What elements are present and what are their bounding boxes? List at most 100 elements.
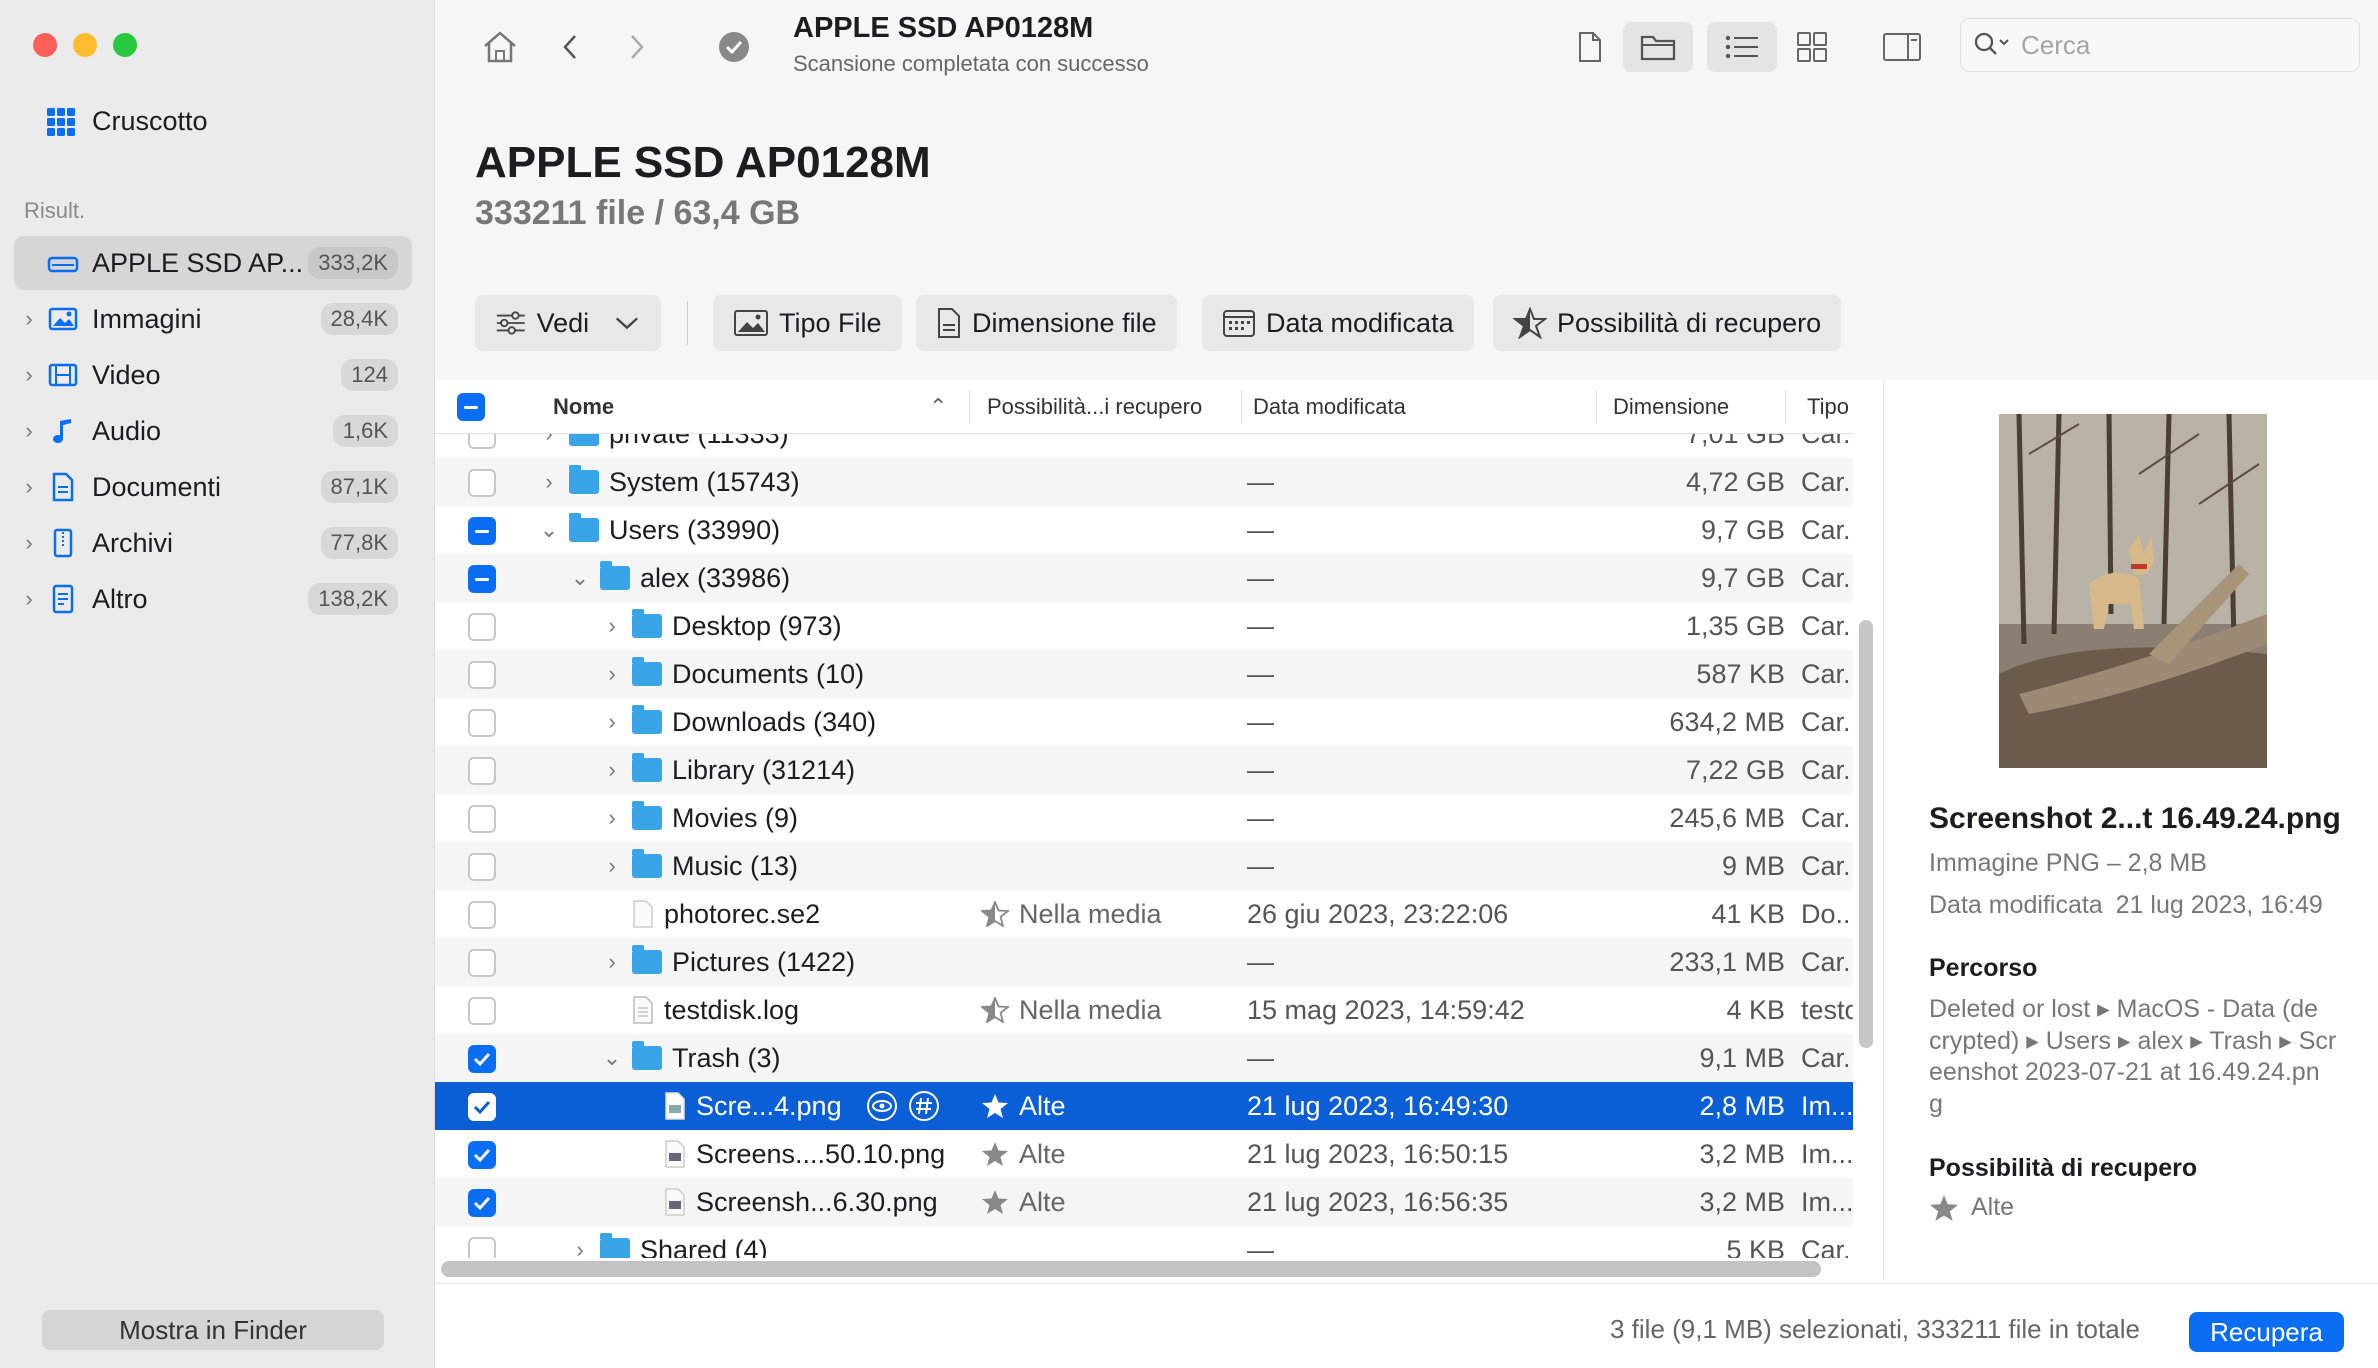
- row-checkbox[interactable]: [468, 997, 496, 1025]
- row-checkbox[interactable]: [468, 1141, 496, 1169]
- table-row[interactable]: › Music (13) — 9 MB Car.: [435, 842, 1853, 890]
- search-input[interactable]: Cerca: [2021, 30, 2090, 61]
- row-checkbox[interactable]: [468, 613, 496, 641]
- folder-view-icon[interactable]: [1623, 22, 1693, 72]
- table-row[interactable]: › Desktop (973) — 1,35 GB Car.: [435, 602, 1853, 650]
- row-checkbox[interactable]: [468, 469, 496, 497]
- table-row[interactable]: › Movies (9) — 245,6 MB Car.: [435, 794, 1853, 842]
- row-checkbox[interactable]: [468, 517, 496, 545]
- column-size[interactable]: Dimensione: [1613, 394, 1729, 420]
- preview-modified: Data modificata 21 lug 2023, 16:49: [1929, 891, 2323, 920]
- zoom-window-button[interactable]: [113, 33, 137, 57]
- table-row[interactable]: ⌄ Users (33990) — 9,7 GB Car.: [435, 506, 1853, 554]
- chevron-down-icon[interactable]: ⌄: [602, 1045, 622, 1071]
- sidebar-item-images[interactable]: › Immagini 28,4K: [14, 292, 412, 346]
- chevron-right-icon[interactable]: ›: [602, 805, 622, 831]
- row-checkbox[interactable]: [468, 565, 496, 593]
- row-checkbox[interactable]: [468, 1189, 496, 1217]
- table-row[interactable]: › Shared (4) — 5 KB Car.: [435, 1226, 1853, 1258]
- column-recovery[interactable]: Possibilità...i recupero: [987, 394, 1202, 420]
- column-type[interactable]: Tipo: [1807, 394, 1849, 420]
- chevron-right-icon[interactable]: ›: [14, 306, 44, 332]
- file-type-filter[interactable]: Tipo File: [713, 295, 902, 351]
- table-row[interactable]: Screens....50.10.png Alte 21 lug 2023, 1…: [435, 1130, 1853, 1178]
- row-checkbox[interactable]: [468, 1237, 496, 1258]
- chevron-down-icon[interactable]: ⌄: [539, 517, 559, 543]
- preview-modified-value: 21 lug 2023, 16:49: [2115, 891, 2323, 919]
- show-in-finder-button[interactable]: Mostra in Finder: [42, 1310, 384, 1350]
- vertical-scrollbar[interactable]: [1859, 620, 1873, 1048]
- table-row[interactable]: testdisk.log Nella media 15 mag 2023, 14…: [435, 986, 1853, 1034]
- select-all-checkbox[interactable]: [457, 393, 485, 421]
- table-row[interactable]: › Documents (10) — 587 KB Car.: [435, 650, 1853, 698]
- table-row[interactable]: › Downloads (340) — 634,2 MB Car.: [435, 698, 1853, 746]
- table-row[interactable]: photorec.se2 Nella media 26 giu 2023, 23…: [435, 890, 1853, 938]
- table-row-selected[interactable]: Scre...4.png Alte 21 lug 2023, 16:49:30 …: [435, 1082, 1853, 1130]
- sidebar-item-documents[interactable]: › Documenti 87,1K: [14, 460, 412, 514]
- preview-panel-icon[interactable]: [1877, 22, 1927, 72]
- chevron-right-icon[interactable]: ›: [14, 474, 44, 500]
- row-checkbox[interactable]: [468, 661, 496, 689]
- row-date: —: [1247, 1234, 1274, 1259]
- chevron-right-icon[interactable]: ›: [602, 709, 622, 735]
- chevron-right-icon[interactable]: ›: [539, 469, 559, 495]
- table-row[interactable]: › System (15743) — 4,72 GB Car.: [435, 458, 1853, 506]
- close-window-button[interactable]: [33, 33, 57, 57]
- chevron-right-icon[interactable]: ›: [602, 613, 622, 639]
- table-row[interactable]: › Pictures (1422) — 233,1 MB Car.: [435, 938, 1853, 986]
- chevron-right-icon[interactable]: ›: [14, 530, 44, 556]
- chevron-right-icon[interactable]: ›: [602, 757, 622, 783]
- recovery-chance-filter[interactable]: Possibilità di recupero: [1493, 295, 1842, 351]
- chevron-right-icon[interactable]: ›: [602, 661, 622, 687]
- row-name: private (11333): [609, 434, 789, 450]
- sidebar-item-audio[interactable]: › Audio 1,6K: [14, 404, 412, 458]
- home-icon[interactable]: [475, 22, 525, 72]
- grid-view-icon[interactable]: [1787, 22, 1837, 72]
- row-checkbox[interactable]: [468, 901, 496, 929]
- table-row[interactable]: › private (11333) 7,01 GB Car.: [435, 434, 1853, 458]
- sidebar-item-drive[interactable]: APPLE SSD AP... 333,2K: [14, 236, 412, 290]
- hash-icon[interactable]: [908, 1090, 940, 1122]
- row-checkbox[interactable]: [468, 757, 496, 785]
- chevron-right-icon[interactable]: ›: [570, 1237, 590, 1258]
- sidebar-item-archives[interactable]: › Archivi 77,8K: [14, 516, 412, 570]
- minimize-window-button[interactable]: [73, 33, 97, 57]
- file-view-icon[interactable]: [1565, 22, 1615, 72]
- chevron-right-icon[interactable]: ›: [602, 949, 622, 975]
- sort-ascending-icon[interactable]: ⌃: [929, 394, 947, 420]
- search-field[interactable]: Cerca: [1960, 18, 2360, 72]
- view-dropdown[interactable]: Vedi: [475, 295, 661, 351]
- list-view-icon[interactable]: [1707, 22, 1777, 72]
- file-size-filter[interactable]: Dimensione file: [916, 295, 1177, 351]
- date-modified-filter[interactable]: Data modificata: [1202, 295, 1474, 351]
- chevron-down-icon[interactable]: ⌄: [570, 565, 590, 591]
- table-row[interactable]: › Library (31214) — 7,22 GB Car.: [435, 746, 1853, 794]
- column-name[interactable]: Nome: [553, 394, 614, 420]
- chevron-right-icon[interactable]: ›: [14, 586, 44, 612]
- row-checkbox[interactable]: [468, 1093, 496, 1121]
- row-checkbox[interactable]: [468, 1045, 496, 1073]
- table-row[interactable]: ⌄ alex (33986) — 9,7 GB Car.: [435, 554, 1853, 602]
- row-checkbox[interactable]: [468, 853, 496, 881]
- row-name: photorec.se2: [664, 898, 821, 929]
- back-icon[interactable]: [545, 22, 595, 72]
- folder-icon: [569, 513, 599, 542]
- row-checkbox[interactable]: [468, 709, 496, 737]
- chevron-right-icon[interactable]: ›: [14, 418, 44, 444]
- horizontal-scrollbar[interactable]: [441, 1261, 1821, 1277]
- chevron-right-icon[interactable]: ›: [602, 853, 622, 879]
- sidebar-item-dashboard[interactable]: Cruscotto: [46, 106, 208, 137]
- chevron-right-icon[interactable]: ›: [14, 362, 44, 388]
- eye-icon[interactable]: [866, 1090, 898, 1122]
- sidebar-item-other[interactable]: › Altro 138,2K: [14, 572, 412, 626]
- recover-button[interactable]: Recupera: [2189, 1312, 2344, 1352]
- table-row[interactable]: ⌄ Trash (3) — 9,1 MB Car.: [435, 1034, 1853, 1082]
- column-date[interactable]: Data modificata: [1253, 394, 1406, 420]
- sidebar-item-video[interactable]: › Video 124: [14, 348, 412, 402]
- row-checkbox[interactable]: [468, 805, 496, 833]
- row-checkbox[interactable]: [468, 949, 496, 977]
- chevron-right-icon[interactable]: ›: [539, 434, 559, 447]
- forward-icon[interactable]: [612, 22, 662, 72]
- row-checkbox[interactable]: [468, 434, 496, 449]
- table-row[interactable]: Screensh...6.30.png Alte 21 lug 2023, 16…: [435, 1178, 1853, 1226]
